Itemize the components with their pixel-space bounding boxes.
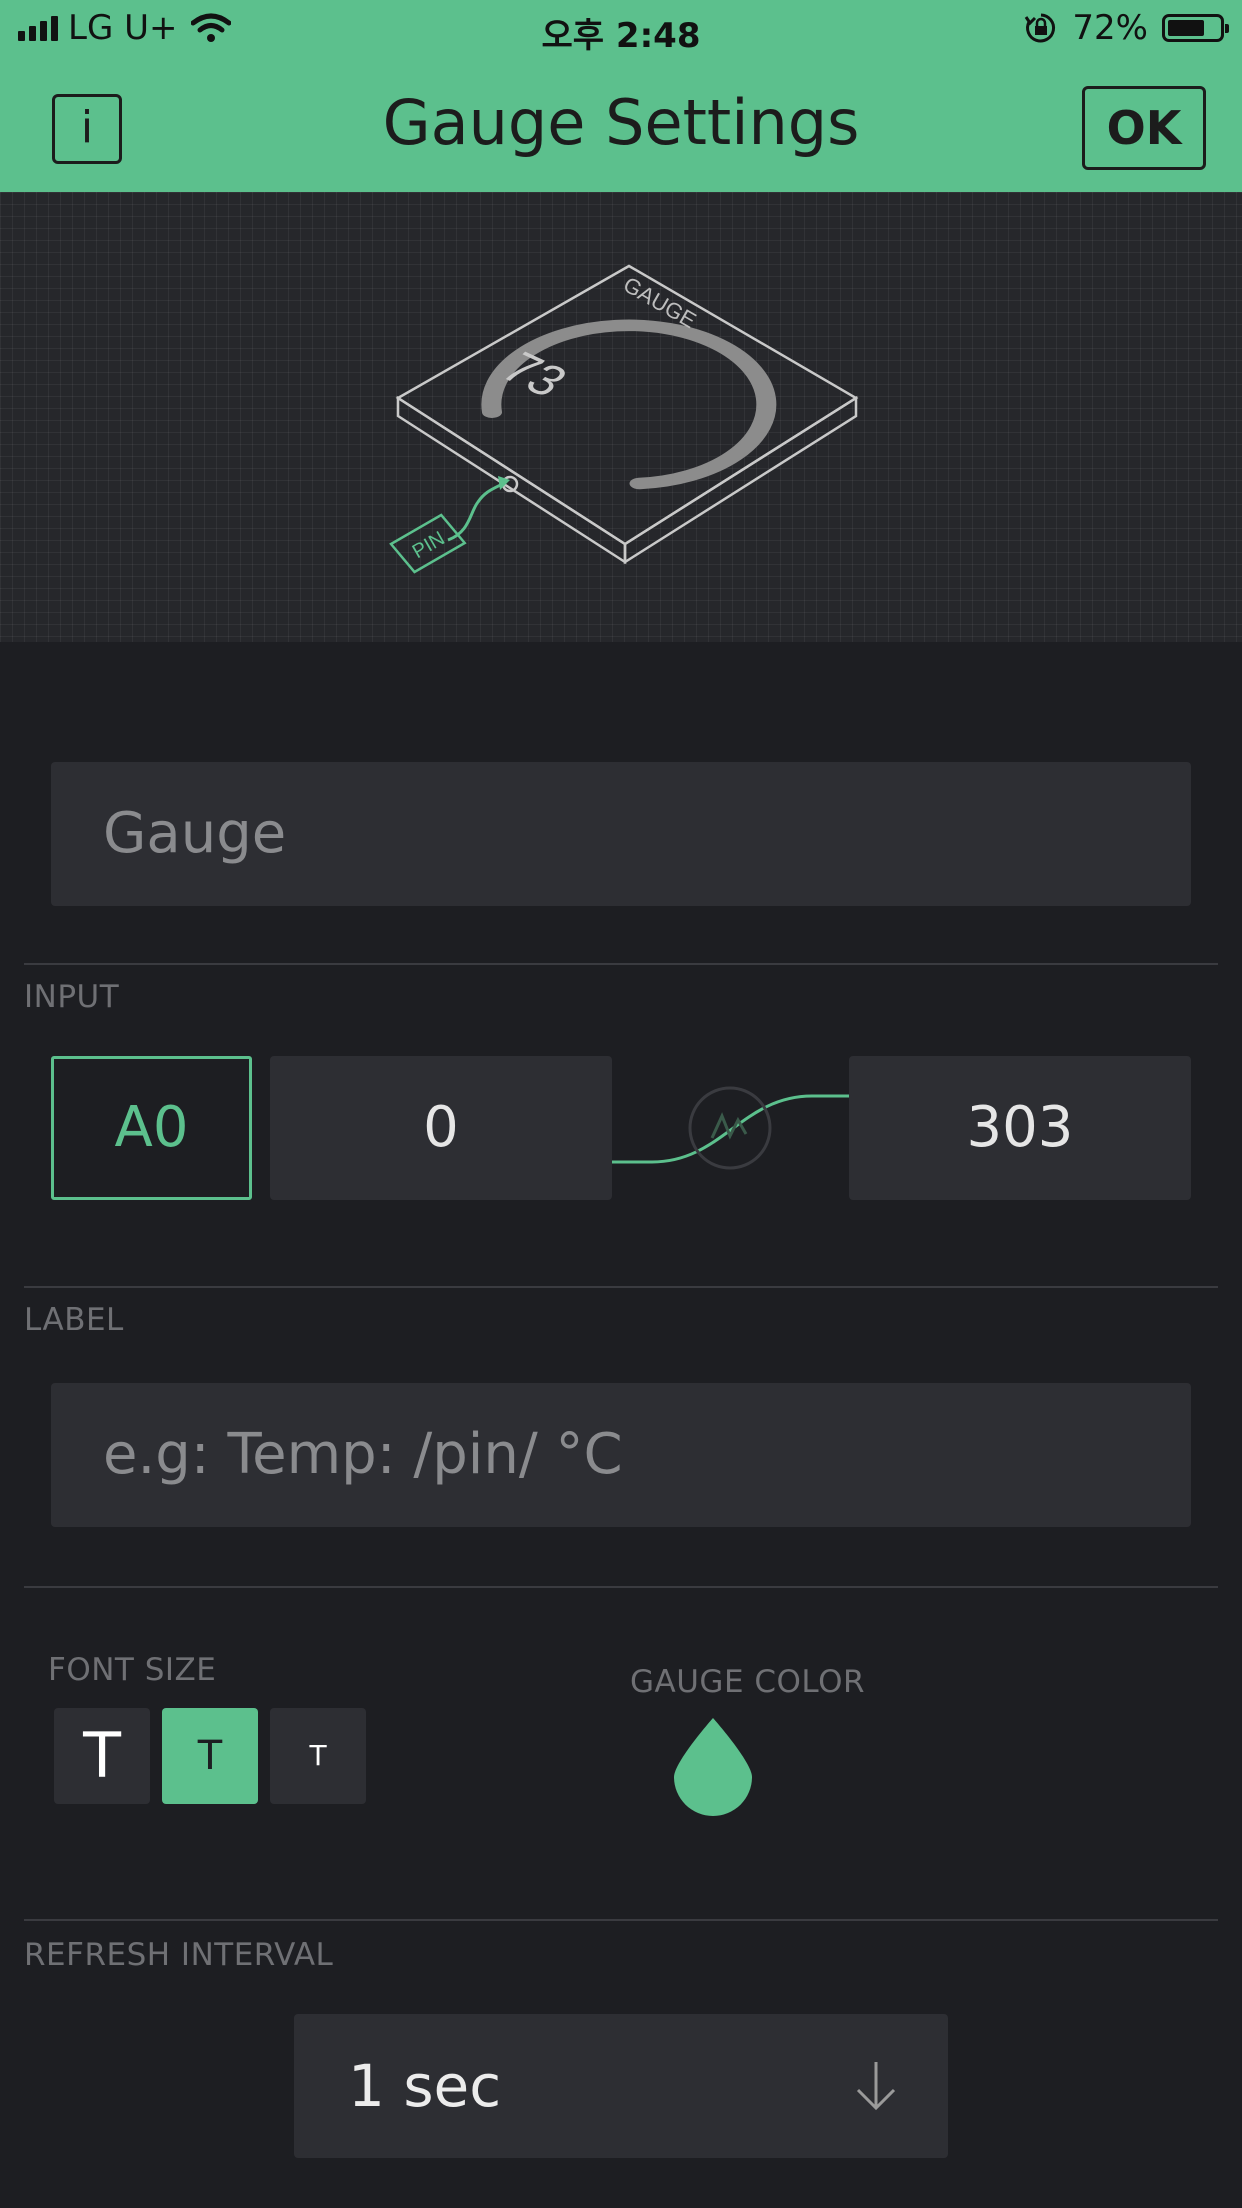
input-min-field[interactable]: 0 bbox=[270, 1056, 612, 1200]
input-section-label: INPUT bbox=[24, 979, 120, 1015]
refresh-interval-dropdown[interactable]: 1 sec bbox=[294, 2014, 948, 2158]
app-header: i Gauge Settings OK bbox=[0, 62, 1242, 192]
preview-pin-label: PIN bbox=[409, 527, 449, 563]
status-right: 72% bbox=[1024, 8, 1229, 48]
label-section-label: LABEL bbox=[24, 1302, 124, 1338]
gauge-illustration: 73 GAUGE PIN bbox=[389, 264, 859, 574]
font-size-section-label: FONT SIZE bbox=[48, 1652, 217, 1688]
rotation-lock-icon bbox=[1025, 13, 1056, 43]
label-input[interactable]: e.g: Temp: /pin/ °C bbox=[51, 1383, 1191, 1527]
page-title: Gauge Settings bbox=[382, 86, 860, 159]
refresh-interval-section-label: REFRESH INTERVAL bbox=[24, 1937, 334, 1973]
widget-name-input[interactable]: Gauge bbox=[51, 762, 1191, 906]
arrow-down-icon bbox=[856, 2062, 896, 2111]
status-bar: LG U+ 오후 2:48 72% bbox=[0, 0, 1242, 62]
divider bbox=[24, 963, 1218, 965]
gauge-color-section-label: GAUGE COLOR bbox=[630, 1664, 866, 1700]
divider bbox=[24, 1286, 1218, 1288]
font-size-medium-button[interactable]: T bbox=[162, 1708, 258, 1804]
ok-button[interactable]: OK bbox=[1082, 86, 1206, 170]
refresh-interval-value: 1 sec bbox=[348, 2052, 502, 2120]
color-drop-icon[interactable] bbox=[672, 1716, 754, 1816]
mapping-icon[interactable] bbox=[612, 1056, 852, 1200]
pin-selector[interactable]: A0 bbox=[51, 1056, 252, 1200]
widget-preview: 73 GAUGE PIN bbox=[0, 192, 1242, 642]
battery-percent: 72% bbox=[1072, 8, 1148, 48]
divider bbox=[24, 1919, 1218, 1921]
divider bbox=[24, 1586, 1218, 1588]
battery-icon bbox=[1162, 14, 1229, 42]
input-max-field[interactable]: 303 bbox=[849, 1056, 1191, 1200]
font-size-small-button[interactable]: T bbox=[270, 1708, 366, 1804]
font-size-large-button[interactable]: T bbox=[54, 1708, 150, 1804]
preview-value: 73 bbox=[490, 343, 579, 406]
